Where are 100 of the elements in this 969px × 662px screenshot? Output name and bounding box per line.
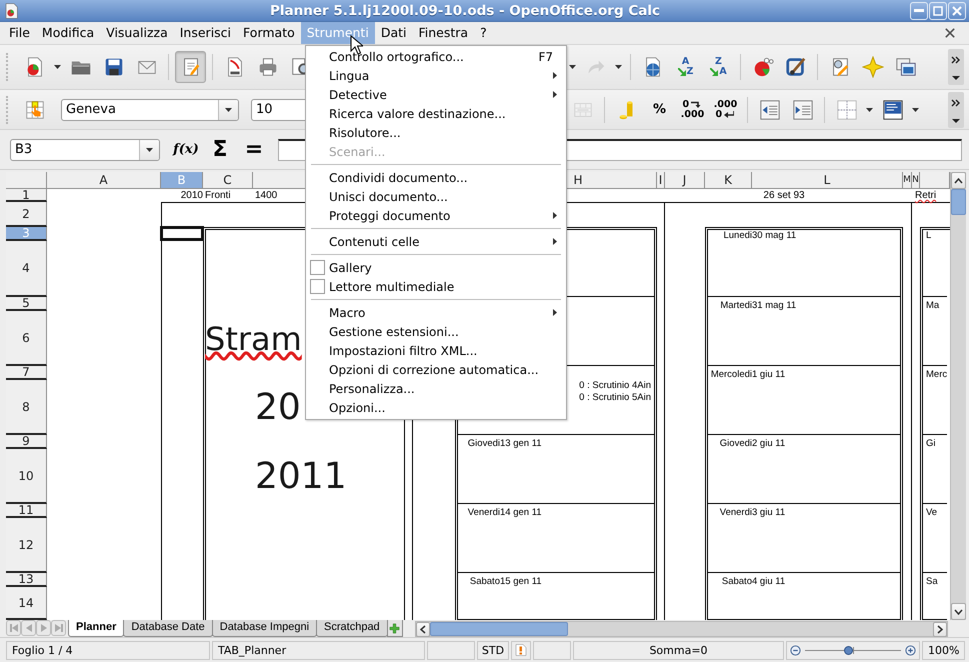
grip-handle[interactable] <box>6 96 10 124</box>
row-header[interactable]: 1 <box>6 189 47 202</box>
cell-text: 2010 <box>180 190 203 201</box>
toolbar-button[interactable]: .000 0 <box>710 94 741 126</box>
row-header[interactable]: 12 <box>6 518 47 573</box>
menu-item[interactable]: ? <box>474 22 493 44</box>
slider-thumb[interactable] <box>844 646 854 654</box>
scroll-left-button[interactable] <box>416 622 430 636</box>
sheet-tab[interactable]: Planner <box>68 620 124 637</box>
checkbox[interactable] <box>310 260 325 275</box>
menu-item[interactable]: Lingua <box>306 66 566 85</box>
overflow-button[interactable] <box>948 49 964 85</box>
dropdown-button[interactable] <box>139 140 159 160</box>
caret-icon <box>54 65 61 69</box>
sheet-tab[interactable]: Database Impegni <box>212 620 318 637</box>
column-header[interactable]: K <box>705 172 752 189</box>
menu-item[interactable]: Formato <box>237 22 301 44</box>
toolbar-button[interactable]: 0 .000 <box>677 94 708 126</box>
column-header[interactable]: A <box>47 172 161 189</box>
column-header[interactable]: I <box>657 172 665 189</box>
status-field <box>533 640 571 660</box>
sheet-indicator-text: Foglio 1 / 4 <box>6 640 210 660</box>
arrow-left-icon <box>24 624 32 632</box>
row-header[interactable]: 2 <box>6 202 47 227</box>
dropdown-button[interactable] <box>218 100 238 120</box>
menu-item[interactable]: Visualizza <box>100 22 174 44</box>
row-header[interactable]: 9 <box>6 435 47 449</box>
fill-color-icon <box>882 98 904 120</box>
menu-item[interactable]: Modifica <box>36 22 100 44</box>
menu-item[interactable]: Lettore multimediale <box>306 277 566 296</box>
weekday-text: Sa <box>925 576 938 586</box>
menu-item[interactable]: Dati <box>374 22 412 44</box>
column-header[interactable]: L <box>752 172 903 189</box>
menu-item[interactable]: Controllo ortografico... F7 <box>306 47 566 66</box>
column-header[interactable]: J <box>665 172 705 189</box>
checkbox[interactable] <box>310 279 325 294</box>
row-header[interactable]: 10 <box>6 449 47 504</box>
zoom-in-button[interactable] <box>905 644 916 656</box>
column-header[interactable]: M <box>903 172 912 189</box>
menu-item[interactable]: File <box>3 22 36 44</box>
vertical-scrollbar[interactable] <box>950 172 966 620</box>
menu-item[interactable]: Personalizza... <box>306 379 566 398</box>
weekday-text: Merc <box>925 368 948 380</box>
close-button[interactable] <box>948 2 966 20</box>
window-icon <box>894 56 916 78</box>
caret-icon <box>569 65 576 69</box>
maximize-button[interactable] <box>929 2 947 20</box>
menu-item[interactable]: Opzioni... <box>306 398 566 417</box>
weekday-text: L <box>925 230 932 240</box>
row-header[interactable]: 8 <box>6 380 47 435</box>
menu-item[interactable]: Finestra <box>412 22 474 44</box>
corner-header[interactable] <box>6 172 47 189</box>
menu-item[interactable]: Contenuti celle <box>306 232 566 251</box>
sheet-tab[interactable]: Scratchpad <box>316 620 388 637</box>
toolbar-button[interactable]: Z A <box>703 51 734 83</box>
row-header[interactable]: 5 <box>6 297 47 311</box>
zoom-out-button[interactable] <box>790 644 801 656</box>
menu-item[interactable]: Proteggi documento <box>306 206 566 225</box>
add-sheet-button[interactable] <box>386 620 403 637</box>
weekday-text: Martedi <box>719 300 752 310</box>
arrow-down-icon <box>954 608 963 614</box>
font-name-field[interactable]: Geneva <box>61 98 239 120</box>
grip-handle[interactable] <box>6 53 10 81</box>
menu-item[interactable]: Impostazioni filtro XML... <box>306 341 566 360</box>
caret-icon <box>615 65 622 69</box>
column-header[interactable]: C <box>203 172 253 189</box>
menu-item[interactable]: Macro <box>306 303 566 322</box>
scroll-up-button[interactable] <box>951 172 966 189</box>
sheet-tab[interactable]: Database Date <box>123 620 213 637</box>
weekday-text: Venerdi <box>466 506 500 518</box>
row-header[interactable]: 7 <box>6 366 47 380</box>
scroll-down-button[interactable] <box>951 603 966 620</box>
scrollbar-thumb[interactable] <box>951 189 966 215</box>
selection-mode-text: STD <box>477 640 509 660</box>
column-header[interactable]: N <box>912 172 920 189</box>
row-header[interactable]: 6 <box>6 311 47 366</box>
menu-item[interactable]: Gestione estensioni... <box>306 322 566 341</box>
formula-button[interactable]: = <box>242 136 266 164</box>
horizontal-scrollbar[interactable] <box>414 621 948 637</box>
toolbar-button[interactable]: % <box>644 94 675 126</box>
cell-text: Fronti <box>205 190 231 201</box>
menu-item[interactable]: Risolutore... <box>306 123 566 142</box>
menu-item[interactable]: Gallery <box>306 258 566 277</box>
menu-item[interactable]: Inserisci <box>174 22 238 44</box>
row-header[interactable]: 13 <box>6 573 47 587</box>
overflow-button[interactable] <box>948 92 964 128</box>
row-header[interactable]: 14 <box>6 587 47 620</box>
toolbar-button[interactable]: A Z <box>670 51 701 83</box>
sum-button[interactable]: Σ <box>206 136 234 164</box>
name-box[interactable]: B3 <box>10 138 160 160</box>
cell-text: 1400 <box>255 190 278 201</box>
submenu-arrow-icon <box>553 72 557 79</box>
function-wizard-button[interactable]: f(x) <box>172 136 200 164</box>
menu-item[interactable]: Opzioni di correzione automatica... <box>306 360 566 379</box>
row-header[interactable]: 4 <box>6 241 47 297</box>
minimize-button[interactable] <box>910 2 928 20</box>
menu-item[interactable]: Unisci documento... <box>306 187 566 206</box>
scrollbar-thumb[interactable] <box>430 622 568 636</box>
scroll-right-button[interactable] <box>933 622 947 636</box>
row-header[interactable]: 11 <box>6 504 47 518</box>
